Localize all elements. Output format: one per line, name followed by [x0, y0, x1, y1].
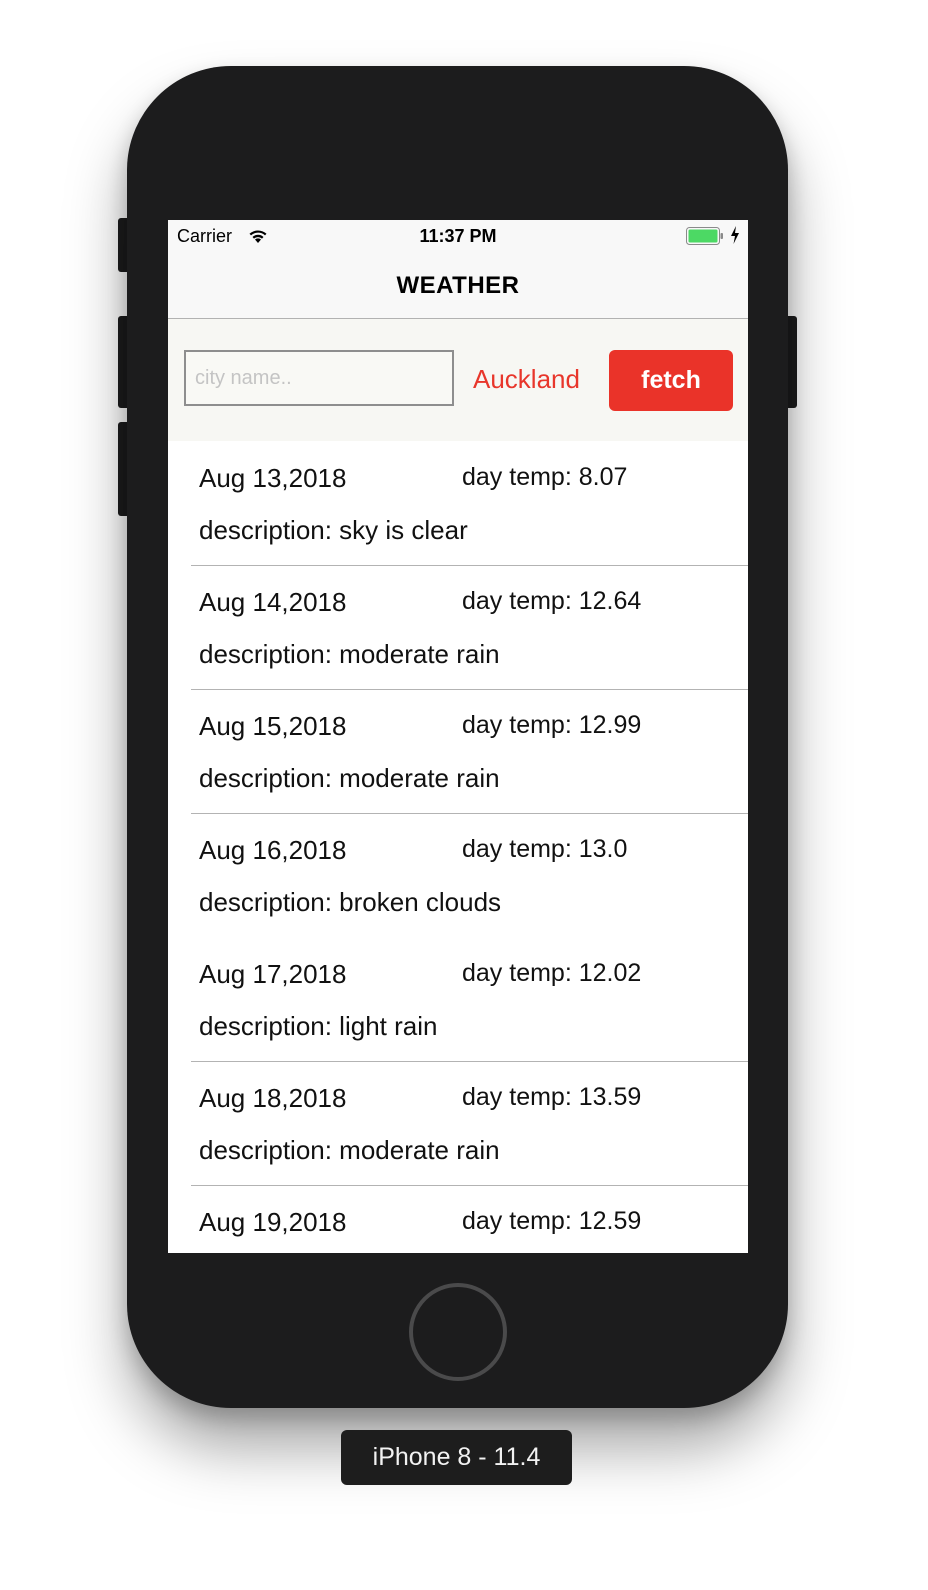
forecast-date: Aug 19,2018 — [199, 1207, 347, 1237]
forecast-row[interactable]: Aug 16,2018 day temp: 13.0 description: … — [168, 814, 748, 938]
page-title: WEATHER — [396, 272, 520, 299]
search-row: Auckland fetch — [168, 319, 748, 441]
forecast-row[interactable]: Aug 19,2018 day temp: 12.59 — [168, 1186, 748, 1253]
forecast-date: Aug 13,2018 — [199, 463, 347, 493]
forecast-row[interactable]: Aug 17,2018 day temp: 12.02 description:… — [168, 938, 748, 1062]
forecast-date: Aug 17,2018 — [199, 959, 347, 989]
home-button[interactable] — [409, 1283, 507, 1381]
forecast-temp: day temp: 8.07 — [462, 463, 628, 491]
forecast-row[interactable]: Aug 14,2018 day temp: 12.64 description:… — [168, 566, 748, 690]
forecast-temp: day temp: 13.59 — [462, 1083, 642, 1111]
forecast-row[interactable]: Aug 18,2018 day temp: 13.59 description:… — [168, 1062, 748, 1186]
forecast-date: Aug 14,2018 — [199, 587, 347, 617]
clock-label: 11:37 PM — [419, 226, 497, 246]
forecast-date: Aug 15,2018 — [199, 711, 347, 741]
app-screen: Carrier 11:37 PM WEATHER Auckland fetch — [168, 220, 748, 1253]
device-label: iPhone 8 - 11.4 — [341, 1430, 572, 1485]
battery-icon — [686, 227, 723, 245]
status-bar: Carrier 11:37 PM — [168, 220, 748, 254]
forecast-list[interactable]: Aug 13,2018 day temp: 8.07 description: … — [168, 442, 748, 1253]
forecast-date: Aug 16,2018 — [199, 835, 347, 865]
simulator-stage: Carrier 11:37 PM WEATHER Auckland fetch — [0, 0, 928, 1590]
fetch-button[interactable]: fetch — [609, 350, 733, 411]
forecast-description: description: sky is clear — [199, 515, 468, 545]
charging-bolt-icon — [731, 226, 739, 244]
forecast-temp: day temp: 12.59 — [462, 1207, 642, 1235]
forecast-row[interactable]: Aug 15,2018 day temp: 12.99 description:… — [168, 690, 748, 814]
forecast-temp: day temp: 12.02 — [462, 959, 642, 987]
navigation-bar: WEATHER — [168, 254, 748, 319]
forecast-row[interactable]: Aug 13,2018 day temp: 8.07 description: … — [168, 442, 748, 566]
forecast-temp: day temp: 12.99 — [462, 711, 642, 739]
forecast-temp: day temp: 12.64 — [462, 587, 642, 615]
city-name-input[interactable] — [184, 350, 454, 406]
forecast-temp: day temp: 13.0 — [462, 835, 628, 863]
forecast-description: description: moderate rain — [199, 639, 500, 669]
forecast-date: Aug 18,2018 — [199, 1083, 347, 1113]
forecast-description: description: broken clouds — [199, 887, 502, 917]
forecast-description: description: light rain — [199, 1011, 438, 1041]
current-city-label: Auckland — [473, 364, 580, 394]
forecast-description: description: moderate rain — [199, 763, 500, 793]
forecast-description: description: moderate rain — [199, 1135, 500, 1165]
